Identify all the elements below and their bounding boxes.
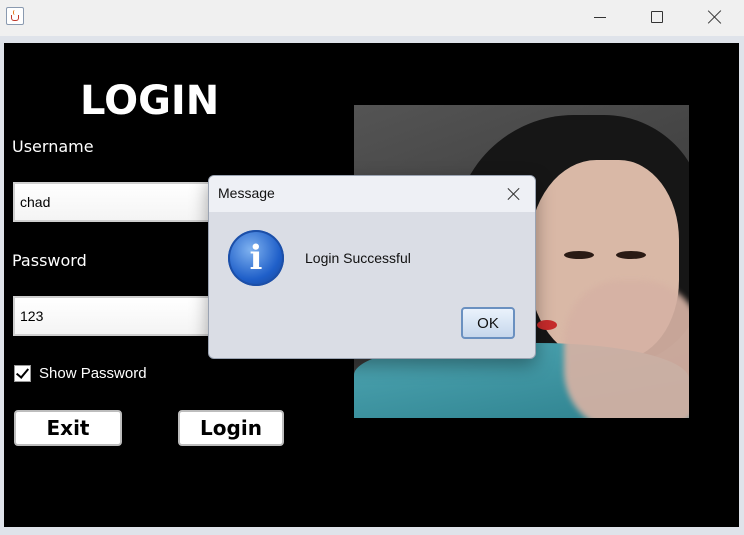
password-label: Password (12, 251, 87, 270)
java-cup-icon[interactable] (6, 7, 24, 25)
dialog-close-button[interactable] (501, 184, 527, 204)
exit-button[interactable]: Exit (14, 410, 122, 446)
close-icon (508, 188, 520, 200)
login-button[interactable]: Login (178, 410, 284, 446)
maximize-icon (651, 11, 663, 23)
window-titlebar (0, 0, 744, 36)
show-password-label[interactable]: Show Password (39, 365, 147, 383)
dialog-titlebar: Message (209, 176, 535, 212)
login-title: LOGIN (80, 78, 220, 124)
maximize-button[interactable] (628, 0, 686, 34)
username-field[interactable]: chad (13, 182, 209, 222)
username-label: Username (12, 137, 94, 156)
dialog-message: Login Successful (305, 250, 411, 266)
show-password-checkbox[interactable] (14, 365, 31, 382)
message-dialog: Message i Login Successful OK (208, 175, 536, 359)
minimize-button[interactable] (571, 0, 629, 34)
minimize-icon (594, 16, 606, 18)
close-icon (708, 10, 722, 24)
dialog-title: Message (218, 185, 275, 201)
info-icon: i (228, 230, 284, 286)
password-field[interactable]: 123 (13, 296, 209, 336)
close-window-button[interactable] (686, 0, 744, 34)
ok-button[interactable]: OK (461, 307, 515, 339)
